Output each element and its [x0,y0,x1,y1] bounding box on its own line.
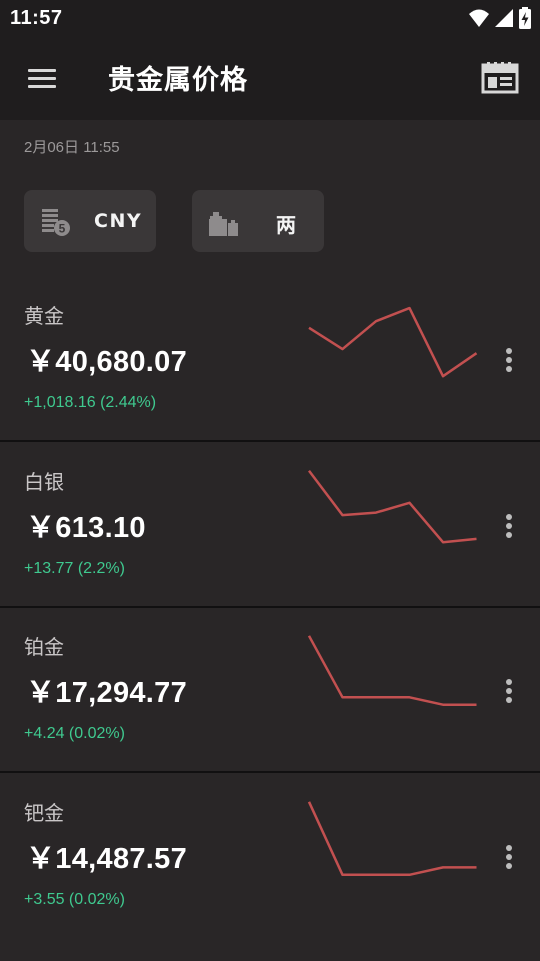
metal-price: ￥17,294.77 [26,677,188,709]
weight-scale-icon [209,212,238,236]
metal-price: ￥40,680.07 [26,346,188,378]
metal-change: +1,018.16 (2.44%) [24,394,157,411]
status-time: 11:57 [10,7,63,29]
sparkline-chart [307,801,477,877]
sparkline-line [308,470,477,544]
sparkline-line [307,801,477,877]
unit-label: 两 [276,213,298,237]
calendar-icon[interactable] [480,60,520,96]
metal-change: +4.24 (0.02%) [24,725,125,742]
sparkline-chart [308,470,477,544]
sparkline-chart [307,635,477,706]
metal-price: ￥14,487.57 [26,843,188,875]
metal-name: 钯金 [24,801,64,825]
sparkline-chart [308,306,478,378]
more-options-icon[interactable] [496,506,522,546]
page-title: 贵金属价格 [108,65,248,96]
app-bar: 贵金属价格 [0,36,540,120]
currency-coins-icon: 5 [42,209,70,236]
currency-selector-button[interactable]: 5 CNY [24,190,156,252]
wifi-icon [469,9,489,27]
metal-change: +3.55 (0.02%) [24,891,125,908]
more-options-icon[interactable] [496,671,522,711]
sparkline-line [307,635,477,706]
metal-name: 黄金 [24,304,64,328]
divider [0,606,540,608]
status-bar: 11:57 [0,0,540,36]
unit-selector-button[interactable]: 两 [192,190,324,252]
metal-price: ￥613.10 [26,512,146,544]
divider [0,771,540,773]
svg-text:5: 5 [59,222,66,236]
currency-label: CNY [94,210,143,232]
metal-row-palladium[interactable]: 钯金 ￥14,487.57 +3.55 (0.02%) [0,797,540,961]
divider [0,440,540,442]
more-options-icon[interactable] [496,340,522,380]
battery-charging-icon [519,7,531,29]
metal-change: +13.77 (2.2%) [24,560,125,577]
hamburger-menu-icon[interactable] [22,60,62,96]
more-options-icon[interactable] [496,837,522,877]
metal-name: 铂金 [24,635,64,659]
status-icons [468,6,532,30]
update-timestamp: 2月06日 11:55 [24,139,120,156]
sparkline-line [308,306,478,378]
cell-signal-icon [495,9,513,27]
metal-name: 白银 [24,470,64,494]
